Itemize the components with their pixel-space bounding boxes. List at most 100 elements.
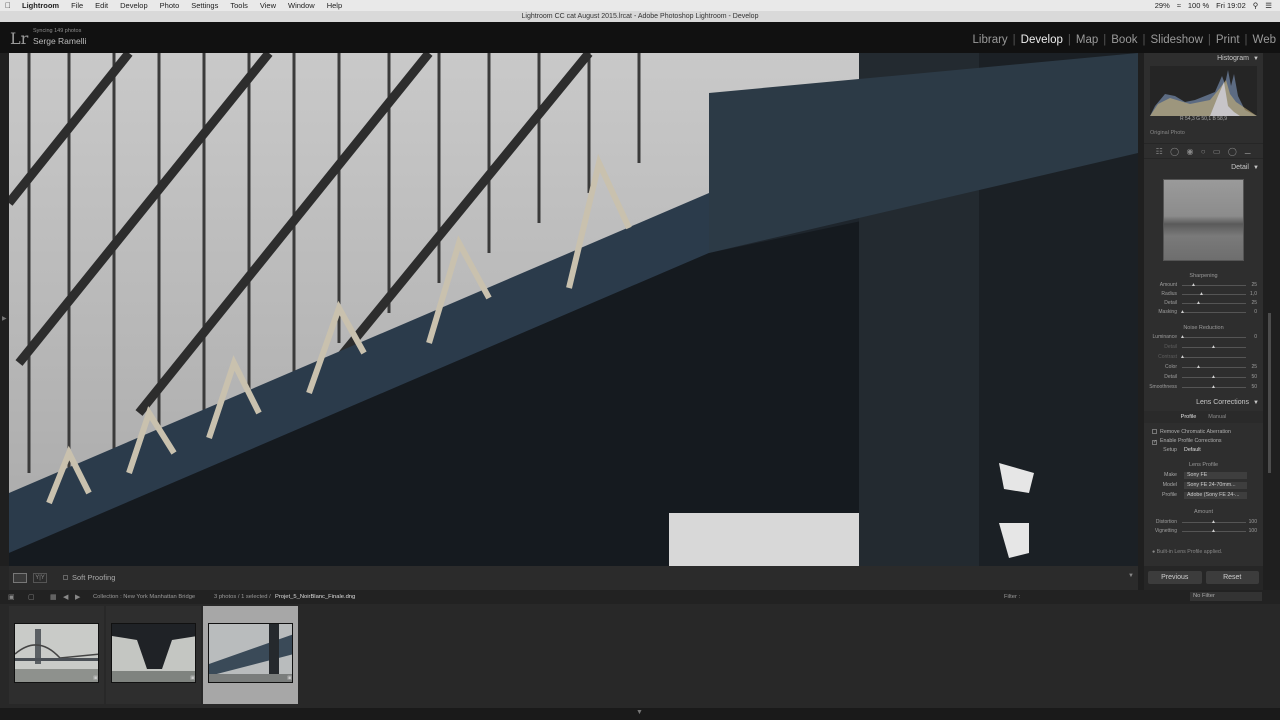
enable-profile-checkbox[interactable]: ✓ Enable Profile Corrections: [1152, 438, 1222, 445]
filmstrip-thumbnail[interactable]: ▣: [106, 606, 201, 704]
crop-icon[interactable]: ◯: [1170, 147, 1179, 156]
slider-track[interactable]: [1182, 337, 1246, 338]
thumbnail-image[interactable]: [111, 623, 196, 683]
histogram[interactable]: [1150, 66, 1257, 116]
slider-value[interactable]: 50: [1251, 384, 1257, 390]
expand-left-arrow-icon[interactable]: ▶: [2, 315, 7, 322]
bottom-panel-toggle[interactable]: ▼: [0, 708, 1280, 720]
filmstrip-thumbnail-selected[interactable]: ▣: [203, 606, 298, 704]
sync-status[interactable]: Syncing 149 photos: [33, 28, 81, 34]
menu-settings[interactable]: Settings: [185, 0, 224, 11]
make-dropdown[interactable]: Sony FE: [1184, 472, 1247, 479]
wifi-icon[interactable]: ≈: [1177, 0, 1181, 11]
slider-value[interactable]: 25: [1251, 300, 1257, 306]
menu-develop[interactable]: Develop: [114, 0, 154, 11]
checkmark-icon[interactable]: ✓: [1152, 440, 1157, 445]
collapse-triangle-icon[interactable]: ▼: [636, 709, 643, 716]
red-eye-icon[interactable]: ○: [1201, 147, 1206, 156]
module-web[interactable]: Web: [1249, 34, 1280, 46]
slider-track[interactable]: [1182, 367, 1246, 368]
module-book[interactable]: Book: [1107, 34, 1141, 46]
module-develop[interactable]: Develop: [1017, 34, 1067, 46]
thumbnail-image[interactable]: [208, 623, 293, 683]
slider-value[interactable]: 100: [1249, 528, 1257, 534]
spotlight-icon[interactable]: ⚲: [1253, 0, 1259, 11]
right-panel-scrollbar[interactable]: [1263, 53, 1280, 590]
menu-file[interactable]: File: [65, 0, 89, 11]
tab-manual[interactable]: Manual: [1208, 411, 1226, 423]
slider-track[interactable]: [1182, 294, 1246, 295]
original-photo-toggle[interactable]: Original Photo: [1150, 130, 1185, 136]
slider-value[interactable]: 0: [1254, 334, 1257, 340]
lens-corrections-header[interactable]: Lens Corrections ▼: [1144, 397, 1263, 409]
menu-photo[interactable]: Photo: [154, 0, 186, 11]
previous-button[interactable]: Previous: [1148, 571, 1202, 584]
slider-track[interactable]: [1182, 303, 1246, 304]
slider-knob-icon[interactable]: ▲: [1196, 364, 1201, 370]
grid-overlay-icon[interactable]: ☷: [1156, 147, 1163, 156]
slider-knob-icon[interactable]: ▲: [1211, 344, 1216, 350]
menu-list-icon[interactable]: ☰: [1265, 0, 1272, 11]
forward-arrow-icon[interactable]: ▶: [75, 593, 80, 601]
slider-knob-icon[interactable]: ▲: [1180, 354, 1185, 360]
slider-value[interactable]: 0: [1254, 309, 1257, 315]
slider-knob-icon[interactable]: ▲: [1199, 291, 1204, 297]
clock[interactable]: Fri 19:02: [1216, 0, 1246, 11]
spot-removal-icon[interactable]: ◉: [1186, 147, 1193, 156]
menu-lightroom[interactable]: Lightroom: [16, 0, 65, 11]
slider-knob-icon[interactable]: ▲: [1196, 300, 1201, 306]
filter-dropdown[interactable]: No Filter: [1190, 592, 1262, 601]
thumbnail-image[interactable]: [14, 623, 99, 683]
soft-proofing-checkbox[interactable]: [63, 575, 68, 580]
slider-value[interactable]: 100: [1249, 519, 1257, 525]
slider-value[interactable]: 1,0: [1250, 291, 1257, 297]
slider-knob-icon[interactable]: ▲: [1211, 519, 1216, 525]
filmstrip-thumbnail[interactable]: ▣: [9, 606, 104, 704]
slider-knob-icon[interactable]: ▲: [1180, 309, 1185, 315]
collapse-triangle-icon[interactable]: ▼: [1253, 397, 1259, 409]
scrollbar-thumb[interactable]: [1268, 313, 1271, 473]
slider-knob-icon[interactable]: ▲: [1211, 384, 1216, 390]
slider-knob-icon[interactable]: ▲: [1191, 282, 1196, 288]
slider-knob-icon[interactable]: ▲: [1180, 334, 1185, 340]
grid-view-icon[interactable]: ▦: [50, 593, 57, 601]
photo-canvas[interactable]: [9, 53, 1138, 566]
radial-filter-icon[interactable]: ◯: [1228, 147, 1237, 156]
menu-edit[interactable]: Edit: [89, 0, 114, 11]
slider-value[interactable]: 50: [1251, 374, 1257, 380]
menu-view[interactable]: View: [254, 0, 282, 11]
detail-header[interactable]: Detail ▼: [1144, 162, 1263, 174]
collapse-triangle-icon[interactable]: ▼: [1253, 53, 1259, 65]
second-monitor-icon[interactable]: ▢: [28, 593, 35, 601]
collection-source[interactable]: Collection : New York Manhattan Bridge: [93, 594, 195, 600]
bridge-photo[interactable]: [9, 53, 1138, 566]
slider-knob-icon[interactable]: ▲: [1211, 374, 1216, 380]
apple-icon[interactable]: : [0, 1, 16, 10]
graduated-filter-icon[interactable]: ▭: [1213, 147, 1221, 156]
menu-tools[interactable]: Tools: [224, 0, 254, 11]
adjustment-brush-icon[interactable]: ⚊: [1244, 147, 1251, 156]
histogram-header[interactable]: Histogram ▼: [1144, 53, 1263, 65]
single-monitor-icon[interactable]: ▣: [8, 593, 15, 601]
module-map[interactable]: Map: [1072, 34, 1102, 46]
left-panel-collapsed[interactable]: ▶: [0, 53, 9, 566]
setup-dropdown[interactable]: Default: [1184, 447, 1201, 453]
menu-window[interactable]: Window: [282, 0, 321, 11]
loupe-view-icon[interactable]: [13, 573, 27, 583]
model-dropdown[interactable]: Sony FE 24-70mm...: [1184, 482, 1247, 489]
back-arrow-icon[interactable]: ◀: [63, 593, 68, 601]
tab-profile[interactable]: Profile: [1181, 411, 1197, 423]
module-print[interactable]: Print: [1212, 34, 1244, 46]
toolbar-menu-chevron-icon[interactable]: ▼: [1128, 573, 1134, 579]
collapse-triangle-icon[interactable]: ▼: [1253, 162, 1259, 174]
remove-ca-checkbox[interactable]: Remove Chromatic Aberration: [1152, 429, 1231, 435]
reset-button[interactable]: Reset: [1205, 571, 1259, 584]
module-library[interactable]: Library: [969, 34, 1012, 46]
slider-track[interactable]: [1182, 312, 1246, 313]
module-slideshow[interactable]: Slideshow: [1146, 34, 1206, 46]
slider-knob-icon[interactable]: ▲: [1211, 528, 1216, 534]
before-after-button[interactable]: Y|Y: [33, 573, 47, 583]
slider-track[interactable]: [1182, 357, 1246, 358]
slider-value[interactable]: 25: [1251, 364, 1257, 370]
profile-dropdown[interactable]: Adobe (Sony FE 24-...: [1184, 492, 1247, 499]
